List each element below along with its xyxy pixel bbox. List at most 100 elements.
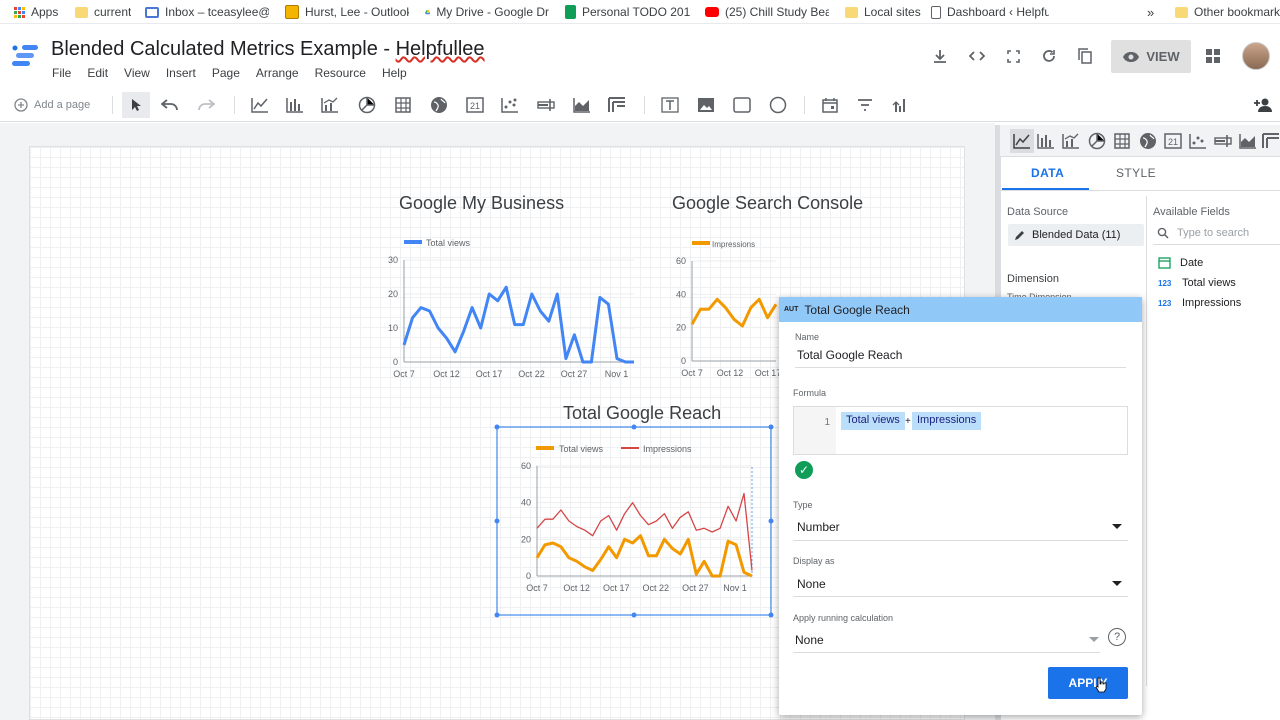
circle-icon[interactable] — [768, 95, 788, 115]
chart-title-gmb: Google My Business — [399, 193, 565, 213]
menu-help[interactable]: Help — [382, 66, 407, 80]
bookmark-dashboard[interactable]: Dashboard ‹ Helpful — [931, 0, 1049, 24]
menu-edit[interactable]: Edit — [87, 66, 108, 80]
image-icon[interactable] — [696, 95, 716, 115]
x-tick-label: Oct 27 — [682, 583, 709, 593]
name-field[interactable]: Total Google Reach — [797, 348, 902, 362]
menu-view[interactable]: View — [124, 66, 150, 80]
running-calc-label: Apply running calculation — [793, 613, 894, 623]
field-name: Total views — [1182, 277, 1236, 289]
download-icon[interactable] — [929, 45, 951, 67]
running-calc-select[interactable]: None — [795, 633, 824, 647]
apps-menu-icon[interactable] — [1202, 45, 1224, 67]
bookmarks-overflow[interactable]: » — [1147, 0, 1154, 24]
data-control-icon[interactable] — [890, 95, 910, 115]
combo-chart-type-icon[interactable] — [1061, 131, 1081, 151]
type-dropdown-caret-icon[interactable] — [1112, 524, 1122, 529]
view-mode-button[interactable]: VIEW — [1111, 40, 1191, 73]
data-source-chip[interactable]: Blended Data (11) — [1008, 224, 1144, 246]
pivot-table-type-icon[interactable] — [1262, 131, 1280, 151]
bookmark-outlook[interactable]: Hurst, Lee - Outlook — [285, 0, 409, 24]
undo-icon[interactable] — [160, 95, 180, 115]
bookmark-other[interactable]: Other bookmarks — [1175, 0, 1280, 24]
scorecard-type-icon[interactable]: 21 — [1163, 131, 1183, 151]
tab-style[interactable]: STYLE — [1116, 166, 1156, 180]
share-add-person-icon[interactable] — [1253, 95, 1273, 115]
redo-icon[interactable] — [196, 95, 216, 115]
menu-page[interactable]: Page — [212, 66, 240, 80]
date-range-icon[interactable] — [820, 95, 840, 115]
refresh-icon[interactable] — [1038, 45, 1060, 67]
bookmark-apps[interactable]: Apps — [14, 0, 58, 24]
field-date[interactable]: Date — [1158, 257, 1203, 269]
rectangle-icon[interactable] — [732, 95, 752, 115]
table-icon[interactable] — [393, 95, 413, 115]
formula-token-impressions[interactable]: Impressions — [912, 412, 982, 430]
bookmark-drive[interactable]: My Drive - Google Dr — [425, 0, 549, 24]
filter-control-icon[interactable] — [855, 95, 875, 115]
y-tick-label: 40 — [676, 289, 686, 299]
bullet-chart-type-icon[interactable] — [1213, 131, 1233, 151]
pivot-table-icon[interactable] — [607, 95, 627, 115]
x-tick-label: Oct 7 — [681, 368, 703, 378]
text-box-icon[interactable] — [660, 95, 680, 115]
scorecard-icon[interactable]: 21 — [465, 95, 485, 115]
formula-editor[interactable]: 1 Total views + Impressions — [793, 406, 1128, 455]
type-select[interactable]: Number — [797, 520, 840, 534]
time-series-chart-icon[interactable] — [250, 95, 270, 115]
bookmark-youtube[interactable]: (25) Chill Study Beats — [705, 0, 829, 24]
field-impressions[interactable]: 123 Impressions — [1158, 297, 1241, 309]
page-icon — [931, 5, 941, 19]
field-total-views[interactable]: 123 Total views — [1158, 277, 1236, 289]
bookmark-current[interactable]: current — [75, 0, 131, 24]
area-chart-icon[interactable] — [572, 95, 592, 115]
embed-code-icon[interactable] — [966, 45, 988, 67]
menu-bar: File Edit View Insert Page Arrange Resou… — [52, 66, 423, 80]
y-tick-label: 20 — [521, 534, 531, 544]
name-label: Name — [795, 332, 820, 342]
bar-chart-type-icon[interactable] — [1036, 131, 1056, 151]
menu-resource[interactable]: Resource — [315, 66, 366, 80]
field-search[interactable]: Type to search — [1157, 227, 1249, 239]
apply-button[interactable]: APPLY — [1048, 667, 1128, 699]
copy-report-icon[interactable] — [1074, 45, 1096, 67]
table-chart-type-icon[interactable] — [1112, 131, 1132, 151]
report-title[interactable]: Blended Calculated Metrics Example - Hel… — [51, 38, 485, 61]
bar-chart-icon[interactable] — [285, 95, 305, 115]
display-as-dropdown-caret-icon[interactable] — [1112, 581, 1122, 586]
legend-swatch-impressions — [621, 447, 639, 449]
area-chart-type-icon[interactable] — [1238, 131, 1258, 151]
auto-aggregation-badge: AUT — [784, 306, 799, 313]
field-name: Date — [1180, 257, 1204, 269]
bookmark-todo[interactable]: Personal TODO 2017 — [565, 0, 691, 24]
combo-chart-icon[interactable] — [320, 95, 340, 115]
time-series-chart-tgr[interactable]: Total views Impressions 60 40 20 0 Oct 7 Oct… — [493, 424, 775, 619]
search-underline — [1153, 244, 1280, 245]
bullet-chart-icon[interactable] — [536, 95, 556, 115]
tab-data[interactable]: DATA — [1031, 166, 1064, 180]
help-icon[interactable]: ? — [1108, 628, 1126, 646]
menu-file[interactable]: File — [52, 66, 71, 80]
scatter-chart-type-icon[interactable] — [1188, 131, 1208, 151]
formula-token-total-views[interactable]: Total views — [841, 412, 905, 430]
gmail-icon — [145, 6, 159, 18]
geo-map-icon[interactable] — [429, 95, 449, 115]
running-calc-dropdown-caret-icon[interactable] — [1089, 637, 1099, 642]
menu-arrange[interactable]: Arrange — [256, 66, 299, 80]
pencil-icon[interactable] — [1014, 229, 1026, 241]
display-as-select[interactable]: None — [797, 577, 826, 591]
menu-insert[interactable]: Insert — [166, 66, 196, 80]
bookmark-label: My Drive - Google Dr — [436, 5, 549, 19]
bookmark-inbox[interactable]: Inbox – tceasylee@g — [145, 0, 269, 24]
add-page-button[interactable]: Add a page — [14, 98, 90, 112]
geo-chart-type-icon[interactable] — [1138, 131, 1158, 151]
bookmark-local-sites[interactable]: Local sites — [845, 0, 921, 24]
pie-chart-icon[interactable] — [357, 95, 377, 115]
scatter-chart-icon[interactable] — [500, 95, 520, 115]
avatar[interactable] — [1242, 42, 1270, 70]
time-series-chart-type-icon[interactable] — [1010, 129, 1034, 153]
select-tool-icon[interactable] — [122, 92, 150, 118]
fullscreen-icon[interactable] — [1002, 45, 1024, 67]
time-series-chart-gmb[interactable]: Total views 30 20 10 0 Oct 7 Oct 12 Oct 17 Oct… — [370, 228, 640, 383]
pie-chart-type-icon[interactable] — [1087, 131, 1107, 151]
